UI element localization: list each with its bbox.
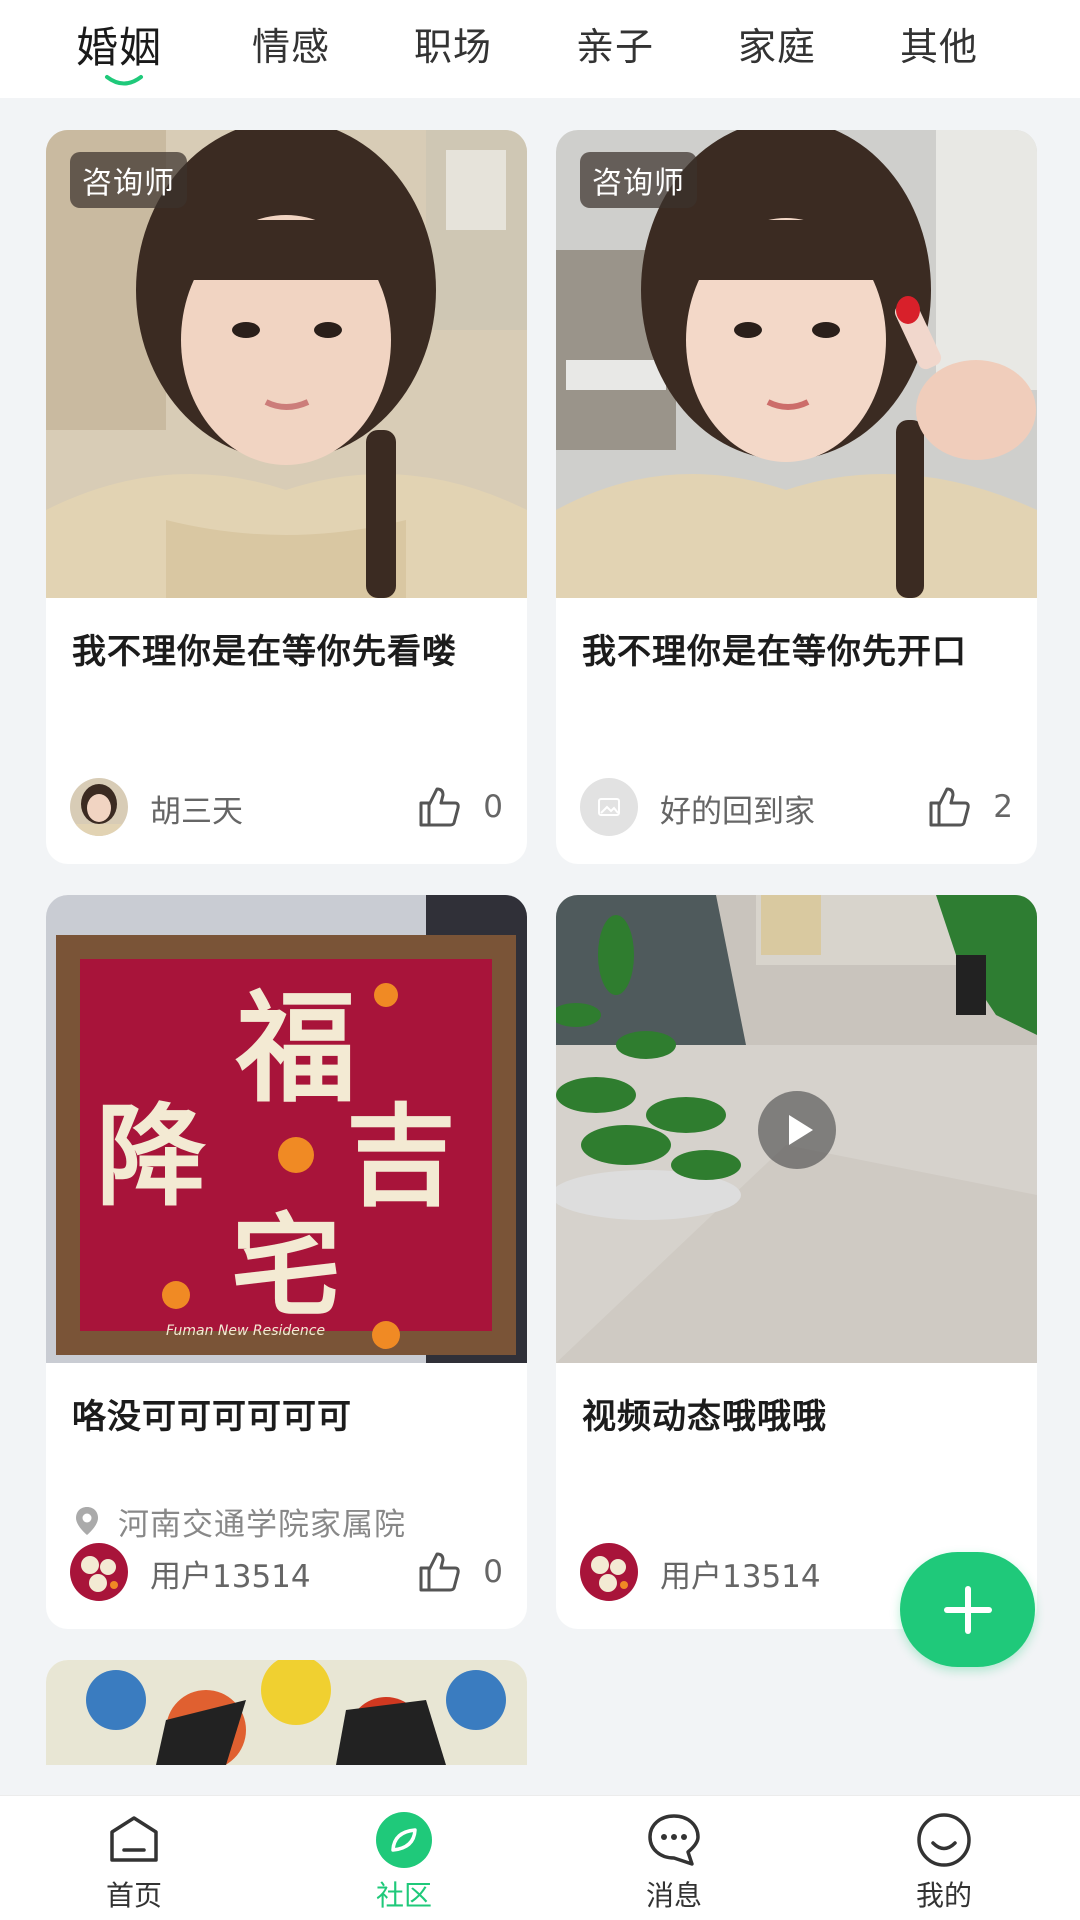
location-pin-icon [76,1507,98,1535]
post-title: 我不理你是在等你先看喽 [72,632,457,672]
post-photo: 咨询师 [556,130,1037,598]
counselor-tag: 咨询师 [70,152,187,208]
post-photo: 咨询师 [46,130,527,598]
nav-community[interactable]: 社区 [304,1796,504,1920]
author-name[interactable]: 好的回到家 [660,786,815,831]
nav-label: 消息 [645,1879,702,1912]
artwork-text-fu: 福 [235,980,356,1119]
video-thumbnail[interactable] [556,895,1037,1363]
nav-label: 社区 [375,1879,432,1912]
tab-family[interactable]: 家庭 [738,16,816,71]
artwork-caption: Fuman New Residence [166,1323,325,1339]
post-footer: 好的回到家 2 [580,778,1013,836]
bottom-nav: 首页 社区 消息 我的 [0,1795,1080,1920]
avatar[interactable] [580,1543,638,1601]
thumbs-up-icon [929,787,970,827]
tab-marriage[interactable]: 婚姻 [76,14,162,75]
author-name[interactable]: 用户13514 [150,1551,311,1596]
like-button[interactable]: 0 [415,1545,503,1599]
post-card[interactable]: 视频动态哦哦哦 用户13514 [556,895,1037,1629]
nav-messages[interactable]: 消息 [574,1796,774,1920]
post-photo [46,1660,527,1765]
tab-other[interactable]: 其他 [900,16,978,71]
play-icon [789,1115,813,1145]
tab-emotion[interactable]: 情感 [252,16,330,71]
create-post-button[interactable] [900,1552,1035,1667]
thumbs-up-icon [419,787,460,827]
post-footer: 胡三天 0 [70,778,503,836]
plus-icon [944,1586,992,1634]
active-tab-indicator [105,75,143,86]
post-title: 视频动态哦哦哦 [582,1397,827,1437]
like-button[interactable]: 0 [415,780,503,834]
location-text: 河南交通学院家属院 [118,1506,406,1543]
post-card[interactable]: 咨询师 我不理你是在等你先看喽 胡三天 0 [46,130,527,864]
artwork-text-zhai: 宅 [231,1203,341,1331]
avatar[interactable] [70,778,128,836]
nav-label: 我的 [915,1879,972,1912]
author-name[interactable]: 用户13514 [660,1551,821,1596]
nav-profile[interactable]: 我的 [844,1796,1044,1920]
home-icon [110,1816,158,1862]
artwork-text-ji: 吉 [346,1093,456,1221]
avatar[interactable] [70,1543,128,1601]
nav-home[interactable]: 首页 [34,1796,234,1920]
post-title: 咯没可可可可可可 [72,1397,352,1437]
nav-label: 首页 [105,1879,162,1912]
counselor-tag: 咨询师 [580,152,697,208]
post-title: 我不理你是在等你先开口 [582,632,967,672]
category-tabs: 婚姻 情感 职场 亲子 家庭 其他 [0,0,1080,98]
like-count: 2 [993,789,1013,825]
author-name[interactable]: 胡三天 [150,786,243,831]
thumbs-up-icon [419,1552,460,1592]
avatar-placeholder[interactable] [580,778,638,836]
post-location[interactable]: 河南交通学院家属院 [70,1501,406,1543]
like-button[interactable]: 2 [925,780,1013,834]
like-count: 0 [483,1554,503,1590]
post-card[interactable] [46,1660,527,1765]
tab-workplace[interactable]: 职场 [414,16,492,71]
post-photo: 福 降 吉 宅 Fuman New Residence [46,895,527,1363]
tab-parenting[interactable]: 亲子 [576,16,654,71]
post-card[interactable]: 咨询师 我不理你是在等你先开口 好的回到家 2 [556,130,1037,864]
post-footer: 用户13514 0 [70,1543,503,1601]
like-count: 0 [483,789,503,825]
message-icon [648,1814,700,1866]
post-card[interactable]: 福 降 吉 宅 Fuman New Residence 咯没可可可可可可 河南交… [46,895,527,1629]
play-button[interactable] [758,1091,836,1169]
community-icon [376,1812,432,1868]
profile-icon [917,1813,971,1867]
artwork-text-jiang: 降 [96,1093,206,1221]
